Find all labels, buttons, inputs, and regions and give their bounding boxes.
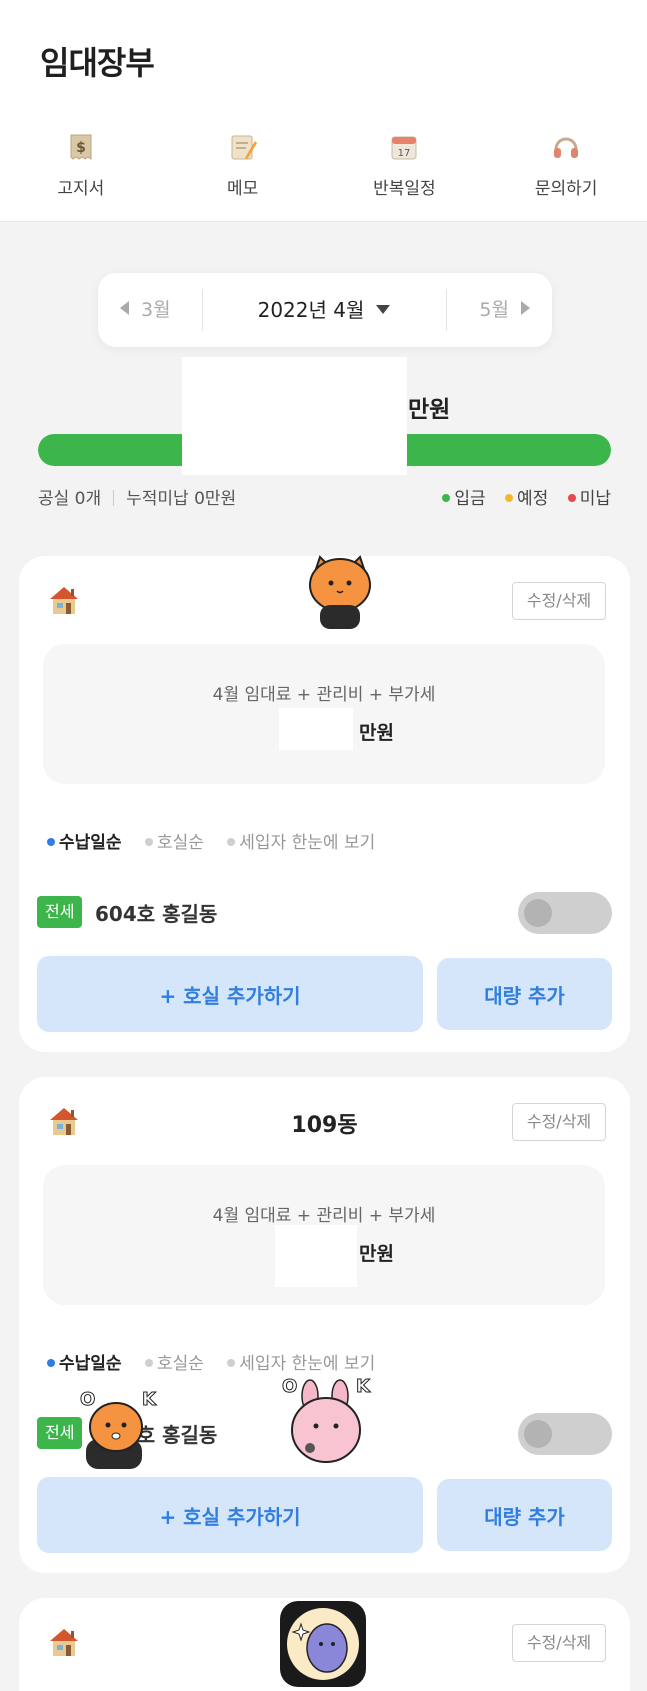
- prev-month-label: 3월: [141, 299, 171, 321]
- summary: 공실 0개 누적미납 0만원: [38, 484, 236, 509]
- raccoon-sticker-icon: [309, 555, 371, 629]
- house-icon: [50, 587, 78, 614]
- sort-by-payment-date[interactable]: 수납일순: [47, 833, 122, 853]
- arrow-right-icon: [521, 301, 530, 315]
- toggle-knob: [524, 899, 552, 927]
- next-month-button[interactable]: 5월: [479, 273, 530, 347]
- sort-by-payment-date[interactable]: 수납일순: [47, 1354, 122, 1374]
- sort-options: 수납일순 호실순 세입자 한눈에 보기: [47, 828, 393, 853]
- quick-nav: $ 고지서 메모 17 반복일정 문의하기: [0, 132, 647, 202]
- nav-label: 문의하기: [534, 179, 598, 199]
- character-sticker-icon: [287, 1608, 359, 1680]
- legend-label: 미납: [579, 489, 611, 509]
- sort-dot-icon: [227, 838, 236, 846]
- unit-toggle[interactable]: [518, 1413, 612, 1455]
- sort-label: 호실순: [156, 1354, 204, 1374]
- legend-dot-icon: [567, 494, 576, 502]
- sort-dot-icon: [47, 838, 55, 846]
- rabbit-sticker-icon: O K: [282, 1376, 372, 1463]
- total-amount-unit: 만원: [408, 397, 451, 423]
- divider: [446, 289, 447, 331]
- sort-label: 호실순: [156, 833, 204, 853]
- rent-amount: 만원: [359, 718, 394, 745]
- sort-label: 수납일순: [59, 1354, 122, 1374]
- headset-icon: [554, 137, 579, 158]
- nav-item-bill[interactable]: $ 고지서: [0, 132, 162, 202]
- add-unit-button[interactable]: + 호실 추가하기: [37, 1477, 423, 1553]
- rent-label: 4월 임대료 + 관리비 + 부가세: [212, 1206, 436, 1226]
- svg-text:O: O: [80, 1389, 95, 1410]
- raccoon-ok-sticker-icon: O K: [80, 1389, 158, 1469]
- edit-delete-button[interactable]: 수정/삭제: [512, 1624, 606, 1662]
- rent-label: 4월 임대료 + 관리비 + 부가세: [212, 685, 436, 705]
- current-month-label: 2022년 4월: [257, 298, 365, 322]
- status-legend: 입금 예정 미납: [428, 484, 611, 509]
- add-unit-button[interactable]: + 호실 추가하기: [37, 956, 423, 1032]
- svg-text:17: 17: [398, 148, 411, 159]
- building-card: 109동 수정/삭제 4월 임대료 + 관리비 + 부가세 만원 수납일순 호실…: [19, 1077, 630, 1573]
- app-title: 임대장부: [40, 44, 155, 82]
- rent-summary-box: 4월 임대료 + 관리비 + 부가세 만원: [43, 1165, 605, 1305]
- svg-text:K: K: [142, 1389, 157, 1410]
- sort-dot-icon: [47, 1359, 55, 1367]
- legend-label: 입금: [454, 489, 486, 509]
- legend-dot-icon: [442, 494, 451, 502]
- rent-amount-unit: 만원: [359, 1243, 394, 1265]
- nav-item-recurring[interactable]: 17 반복일정: [324, 132, 486, 202]
- unit-toggle[interactable]: [518, 892, 612, 934]
- svg-text:O: O: [282, 1376, 297, 1397]
- sort-dot-icon: [144, 838, 153, 846]
- nav-label: 메모: [226, 179, 259, 199]
- view-tenants-overview[interactable]: 세입자 한눈에 보기: [227, 833, 375, 853]
- legend-item-paid: 입금: [442, 489, 486, 509]
- redaction-box: [275, 1225, 357, 1287]
- caret-down-icon: [376, 305, 391, 314]
- unit-name: 604호 홍길동: [95, 902, 218, 926]
- sort-by-unit[interactable]: 호실순: [144, 833, 204, 853]
- rent-amount: 만원: [359, 1239, 394, 1266]
- toggle-knob: [524, 1420, 552, 1448]
- overdue-total: 누적미납 0만원: [126, 489, 237, 509]
- legend-item-unpaid: 미납: [567, 489, 611, 509]
- month-selector: 3월 2022년 4월 5월: [98, 273, 552, 347]
- vacancy-count: 공실 0개: [38, 489, 102, 509]
- sort-label: 수납일순: [59, 833, 122, 853]
- house-icon: [50, 1629, 78, 1656]
- legend-label: 예정: [517, 489, 549, 509]
- sort-dot-icon: [227, 1359, 236, 1367]
- sort-dot-icon: [144, 1359, 153, 1367]
- redaction-box: [279, 708, 353, 750]
- divider: [113, 490, 115, 506]
- prev-month-button[interactable]: 3월: [120, 273, 171, 347]
- redaction-box: [182, 357, 407, 475]
- top-bar: 임대장부 $ 고지서 메모 17 반복일정 문의하기: [0, 0, 647, 222]
- next-month-label: 5월: [479, 299, 509, 321]
- arrow-left-icon: [120, 301, 129, 315]
- rent-amount-unit: 만원: [359, 722, 394, 744]
- sort-label: 세입자 한눈에 보기: [239, 833, 376, 853]
- edit-delete-button[interactable]: 수정/삭제: [512, 1103, 606, 1141]
- edit-delete-button[interactable]: 수정/삭제: [512, 582, 606, 620]
- lease-type-badge: 전세: [37, 896, 83, 928]
- nav-item-inquiry[interactable]: 문의하기: [485, 132, 647, 202]
- bulk-add-button[interactable]: 대량 추가: [437, 958, 612, 1030]
- legend-item-scheduled: 예정: [505, 489, 548, 509]
- sort-by-unit[interactable]: 호실순: [144, 1354, 204, 1374]
- current-month-dropdown[interactable]: 2022년 4월: [202, 273, 446, 347]
- legend-dot-icon: [505, 494, 514, 502]
- unit-row[interactable]: 전세 604호 홍길동: [37, 892, 612, 934]
- total-amount: 만원: [408, 390, 450, 424]
- rent-summary-box: 4월 임대료 + 관리비 + 부가세 만원: [43, 644, 605, 784]
- receipt-icon: $: [70, 134, 92, 160]
- nav-item-memo[interactable]: 메모: [162, 132, 324, 202]
- memo-icon: [231, 135, 257, 160]
- sticker-thumbnail[interactable]: [280, 1601, 366, 1687]
- svg-text:K: K: [356, 1376, 371, 1397]
- bulk-add-button[interactable]: 대량 추가: [437, 1479, 612, 1551]
- nav-label: 고지서: [57, 179, 105, 199]
- svg-text:$: $: [76, 140, 86, 156]
- nav-label: 반복일정: [373, 179, 436, 199]
- calendar-icon: 17: [391, 136, 417, 160]
